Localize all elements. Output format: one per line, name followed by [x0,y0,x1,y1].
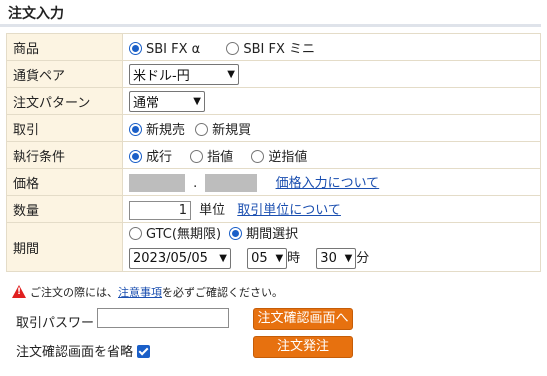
product-options: SBI FX α SBI FX ミニ [122,33,541,61]
period-date-select[interactable]: 2023/05/05 ▼ [129,248,231,269]
chevron-down-icon: ▼ [193,95,201,107]
execution-option-market[interactable]: 成行 [129,149,172,165]
unit-help-link[interactable]: 取引単位について [237,203,341,218]
radio-icon [129,227,142,240]
product-option-alpha[interactable]: SBI FX α [129,41,200,57]
password-input[interactable] [97,308,229,328]
chevron-down-icon: ▼ [344,252,353,264]
chevron-down-icon: ▼ [227,68,235,80]
radio-icon [190,149,204,163]
skip-confirm-checkbox[interactable] [137,345,151,358]
row-trade: 取引 新規売 新規買 [6,114,541,142]
chevron-down-icon: ▼ [275,252,284,264]
radio-selected-icon [129,122,142,136]
minute-unit: 分 [356,251,370,266]
place-order-button[interactable]: 注文発注 [253,336,353,358]
quantity-label: 数量 [6,195,123,223]
period-minute-select[interactable]: 30 ▼ [316,248,357,269]
warning-icon [12,285,26,298]
chevron-down-icon: ▼ [219,252,227,264]
period-option-gtc[interactable]: GTC(無期限) [129,227,221,242]
period-option-select[interactable]: 期間選択 [229,227,298,242]
confirm-screen-button[interactable]: 注文確認画面へ [253,308,353,330]
row-price: 価格 . 価格入力について [6,168,541,196]
row-order-pattern: 注文パターン 通常 ▼ [6,87,541,115]
execution-option-stop[interactable]: 逆指値 [251,149,307,165]
hour-unit: 時 [287,251,301,266]
order-pattern-select[interactable]: 通常 ▼ [129,90,205,112]
radio-icon [251,149,265,163]
page-title: 注文入力 [8,6,64,22]
price-help-link[interactable]: 価格入力について [276,176,380,191]
row-period: 期間 GTC(無期限) 期間選択 2023/05/05 ▼ 05 ▼ 時 30 ▼ 分 [6,222,541,272]
row-quantity: 数量 1 単位 取引単位について [6,195,541,223]
radio-icon [195,122,209,136]
price-decimal-field[interactable] [205,174,258,193]
skip-confirm-row: 注文確認画面を省略 [16,341,151,360]
trade-option-buy[interactable]: 新規買 [195,122,251,138]
radio-selected-icon [129,149,142,163]
row-execution: 執行条件 成行 指値 逆指値 [6,141,541,169]
product-label: 商品 [6,33,123,61]
skip-confirm-label: 注文確認画面を省略 [16,345,134,360]
title-bar: 注文入力 [0,0,541,27]
radio-selected-icon [229,227,243,240]
period-label: 期間 [6,222,123,272]
price-integer-field[interactable] [129,174,185,193]
execution-label: 執行条件 [6,141,123,169]
order-notice: ご注文の際には、注意事項を必ずご確認ください。 [12,284,283,300]
price-separator: . [193,175,198,191]
currency-pair-label: 通貨ペア [6,60,123,88]
product-option-mini[interactable]: SBI FX ミニ [226,41,315,57]
trade-option-sell[interactable]: 新規売 [129,122,185,138]
currency-pair-select[interactable]: 米ドル-円 ▼ [129,63,239,85]
row-currency-pair: 通貨ペア 米ドル-円 ▼ [6,60,541,88]
price-label: 価格 [6,168,123,196]
quantity-input[interactable]: 1 [129,200,191,220]
quantity-unit: 単位 [199,202,226,218]
radio-selected-icon [129,41,142,55]
period-options: GTC(無期限) 期間選択 [129,223,534,247]
period-datetime: 2023/05/05 ▼ 05 ▼ 時 30 ▼ 分 [129,247,534,271]
notice-terms-link[interactable]: 注意事項 [118,286,162,299]
period-hour-select[interactable]: 05 ▼ [247,248,288,269]
radio-icon [226,41,240,55]
password-label: 取引パスワード [16,316,108,331]
trade-label: 取引 [6,114,123,142]
row-product: 商品 SBI FX α SBI FX ミニ [6,33,541,61]
order-form-table: 商品 SBI FX α SBI FX ミニ 通貨ペア 米ドル-円 ▼ 注文パターン… [6,33,541,272]
order-pattern-label: 注文パターン [6,87,123,115]
execution-option-limit[interactable]: 指値 [190,149,233,165]
